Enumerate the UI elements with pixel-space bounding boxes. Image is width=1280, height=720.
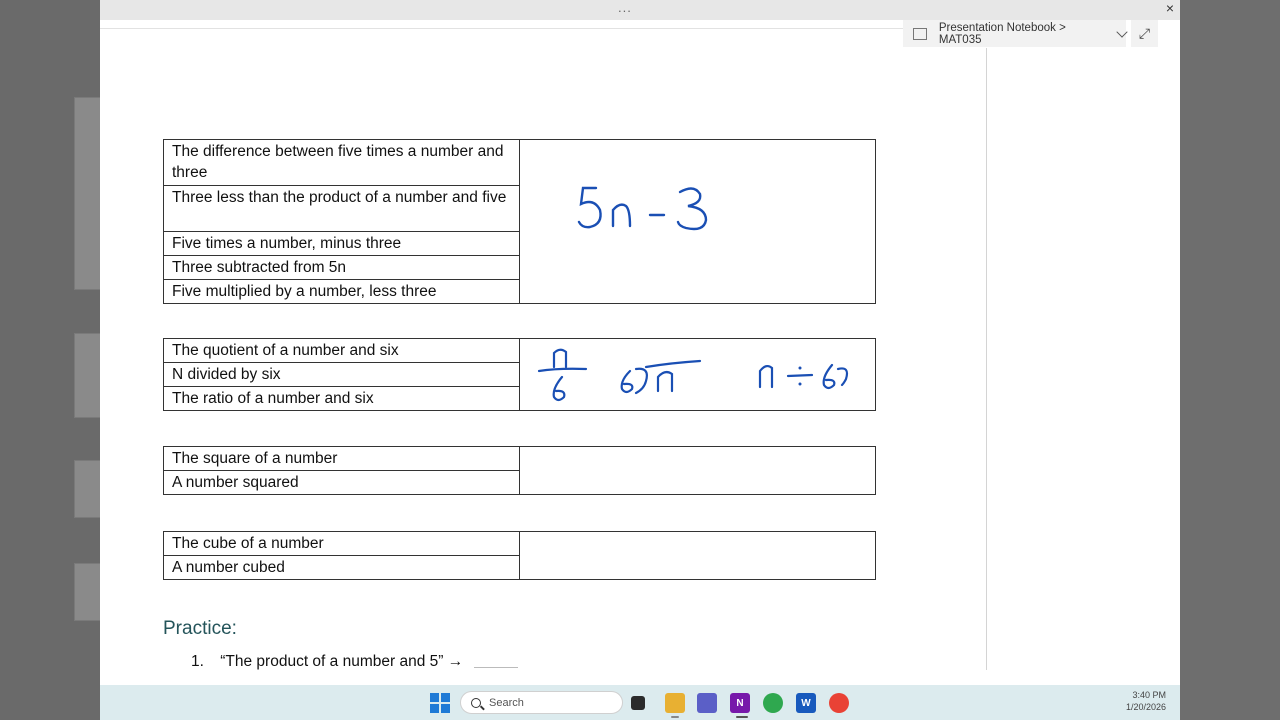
divider [100, 28, 986, 29]
phrase-cell[interactable]: Three less than the product of a number … [163, 185, 520, 232]
phrase-cell[interactable]: The difference between five times a numb… [163, 139, 520, 186]
phrase-cell[interactable]: A number cubed [163, 555, 520, 580]
search-placeholder: Search [489, 696, 524, 709]
phrase-table-1: The difference between five times a numb… [163, 139, 876, 304]
window-top-bar[interactable]: ... × [100, 0, 1180, 20]
answer-cell[interactable] [519, 446, 876, 495]
clock-date: 1/20/2026 [1125, 702, 1166, 712]
active-indicator [736, 716, 748, 718]
answer-cell[interactable] [519, 139, 876, 304]
system-clock[interactable]: 3:40 PM 1/20/2026 [1126, 689, 1166, 713]
chevron-down-icon [1116, 25, 1128, 38]
windows-taskbar: Search N W 3:40 PM 1/20/2026 [100, 685, 1180, 720]
notebook-breadcrumb[interactable]: Presentation Notebook > MAT035 [903, 20, 1128, 47]
taskbar-search[interactable]: Search [460, 691, 623, 714]
practice-item-number: 1. [191, 653, 204, 670]
task-view-icon[interactable] [631, 696, 645, 710]
page-divider [986, 48, 987, 670]
phrase-cell[interactable]: The cube of a number [163, 531, 520, 556]
phrase-cell[interactable]: The square of a number [163, 446, 520, 471]
window-options-dots[interactable]: ... [618, 0, 632, 15]
onenote-window: ... × Presentation Notebook > MAT035 ⤢ T… [100, 0, 1180, 685]
teams-icon[interactable] [697, 693, 717, 713]
phrase-table-3: The square of a number A number squared [163, 446, 876, 495]
running-indicator [671, 716, 679, 718]
phrase-table-4: The cube of a number A number cubed [163, 531, 876, 580]
phrase-table-2: The quotient of a number and six N divid… [163, 338, 876, 411]
search-icon [471, 697, 481, 708]
chrome-icon[interactable] [763, 693, 783, 713]
expand-button[interactable]: ⤢ [1131, 20, 1158, 47]
onenote-icon[interactable]: N [730, 693, 750, 713]
background-app [0, 0, 104, 720]
word-icon[interactable]: W [796, 693, 816, 713]
phrase-cell[interactable]: Five multiplied by a number, less three [163, 279, 520, 304]
answer-cell[interactable] [519, 531, 876, 580]
phrase-cell[interactable]: Five times a number, minus three [163, 231, 520, 256]
phrase-cell[interactable]: Three subtracted from 5n [163, 255, 520, 280]
notebook-icon [913, 27, 927, 40]
start-icon[interactable] [430, 693, 450, 713]
phrase-cell[interactable]: A number squared [163, 470, 520, 495]
close-button[interactable]: × [1166, 0, 1174, 16]
breadcrumb-text: Presentation Notebook > MAT035 [938, 21, 1066, 46]
practice-item-text: “The product of a number and 5” → [220, 653, 464, 670]
practice-heading: Practice: [163, 618, 237, 639]
phrase-cell[interactable]: The quotient of a number and six [163, 338, 520, 363]
expand-icon: ⤢ [1138, 25, 1151, 41]
practice-item[interactable]: 1. “The product of a number and 5” → [191, 653, 518, 671]
chrome-profile-icon[interactable] [829, 693, 849, 713]
phrase-cell[interactable]: N divided by six [163, 362, 520, 387]
answer-cell[interactable] [519, 338, 876, 411]
clock-time: 3:40 PM [1132, 690, 1166, 700]
handwritten-ink-5n-minus-3 [577, 186, 708, 231]
phrase-cell[interactable]: The ratio of a number and six [163, 386, 520, 411]
answer-blank[interactable] [473, 667, 518, 668]
handwritten-ink-n-over-6 [537, 348, 849, 402]
file-explorer-icon[interactable] [665, 693, 685, 713]
